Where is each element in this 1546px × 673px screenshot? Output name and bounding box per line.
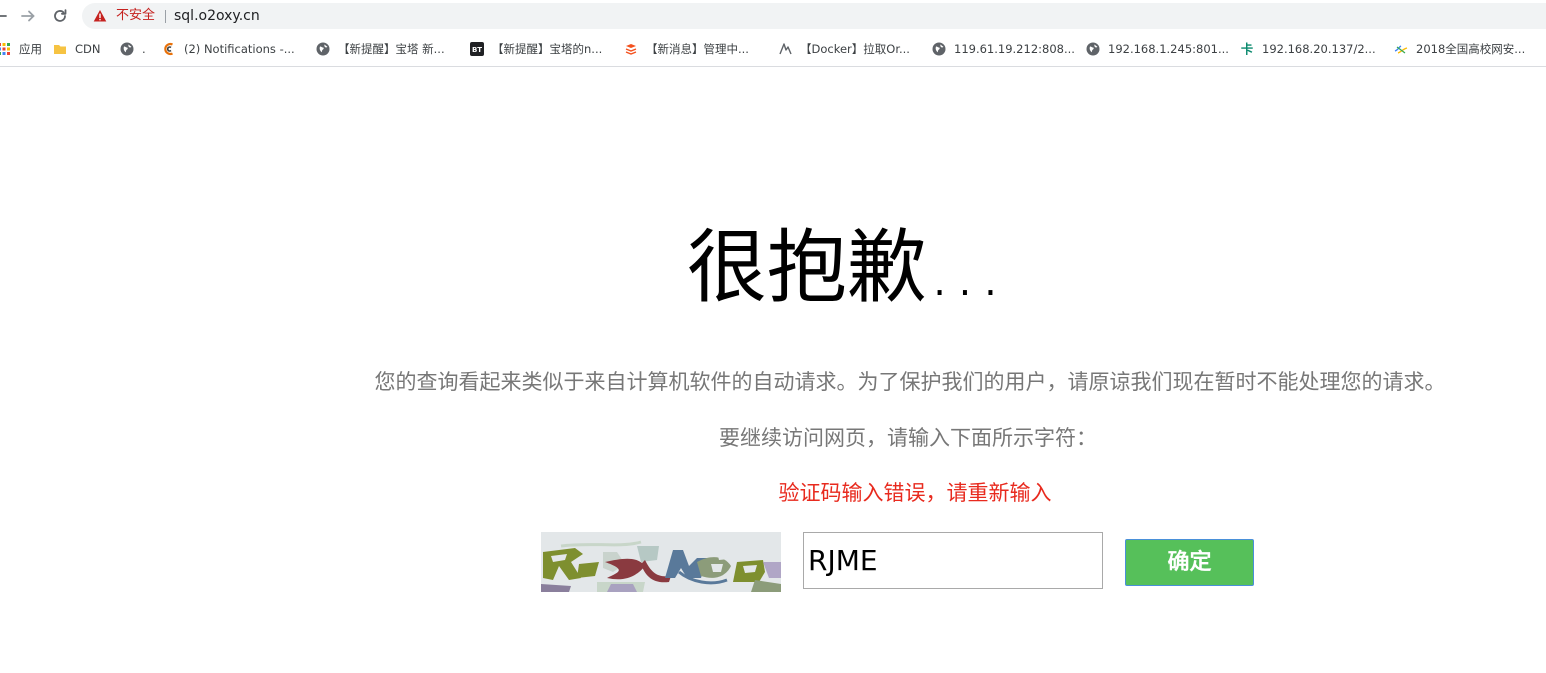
docker-site-icon bbox=[778, 42, 792, 56]
ka-site-icon: 卡 bbox=[1240, 41, 1254, 56]
bookmark-notifications[interactable]: (2) Notifications -... bbox=[162, 40, 295, 58]
bookmark-label: 192.168.1.245:801... bbox=[1108, 42, 1229, 56]
admin-site-icon bbox=[624, 42, 638, 56]
url-text[interactable]: sql.o2oxy.cn bbox=[174, 7, 260, 25]
globe-icon bbox=[316, 42, 330, 56]
svg-text:卡: 卡 bbox=[1241, 41, 1253, 56]
bookmark-admin-center[interactable]: 【新消息】管理中... bbox=[624, 40, 749, 58]
globe-icon bbox=[932, 42, 946, 56]
reload-icon bbox=[54, 9, 67, 22]
captcha-error-message: 验证码输入错误，请重新输入 bbox=[778, 481, 1052, 505]
ctf-site-icon bbox=[1394, 42, 1408, 56]
captcha-noise-graphic bbox=[541, 532, 781, 592]
bookmark-label: 【新提醒】宝塔的n... bbox=[492, 42, 603, 56]
svg-text:BT: BT bbox=[472, 46, 482, 54]
warning-triangle-icon bbox=[93, 10, 107, 22]
address-bar[interactable]: 不安全 sql.o2oxy.cn bbox=[82, 3, 1546, 29]
bookmark-label: 2018全国高校网安... bbox=[1416, 42, 1526, 56]
captcha-prompt: 要继续访问网页，请输入下面所示字符： bbox=[719, 426, 1097, 450]
globe-icon bbox=[120, 42, 134, 56]
automated-request-message: 您的查询看起来类似于来自计算机软件的自动请求。为了保护我们的用户，请原谅我们现在… bbox=[374, 370, 1446, 394]
globe-icon bbox=[1086, 42, 1100, 56]
confirm-button[interactable]: 确定 bbox=[1125, 539, 1254, 586]
bookmark-label: CDN bbox=[75, 42, 101, 56]
bt-logo-icon: BT bbox=[470, 42, 484, 56]
bookmark-ip-192-1-245[interactable]: 192.168.1.245:801... bbox=[1086, 40, 1229, 58]
bookmark-apps[interactable]: 应用 bbox=[0, 40, 42, 58]
bookmark-ip-119[interactable]: 119.61.19.212:808... bbox=[932, 40, 1075, 58]
bookmark-docker[interactable]: 【Docker】拉取Or... bbox=[778, 40, 910, 58]
bookmarks-bar: 应用 CDN . (2) Notifications -... 【新提醒】宝塔 … bbox=[0, 33, 1546, 67]
forward-button[interactable] bbox=[18, 6, 38, 26]
bookmark-cdn-folder[interactable]: CDN bbox=[53, 40, 101, 58]
folder-icon bbox=[53, 42, 67, 56]
bookmark-label: 【Docker】拉取Or... bbox=[800, 42, 910, 56]
bookmark-label: 【新消息】管理中... bbox=[646, 42, 749, 56]
bookmark-dot[interactable]: . bbox=[120, 40, 146, 58]
bookmark-bt-forum-1[interactable]: 【新提醒】宝塔 新... bbox=[316, 40, 445, 58]
notifications-site-icon bbox=[162, 42, 176, 56]
omnibox-divider bbox=[165, 10, 166, 23]
bookmark-ip-192-20-137[interactable]: 卡 192.168.20.137/2... bbox=[1240, 40, 1376, 58]
page-title: 很抱歉... bbox=[686, 221, 1004, 314]
bookmark-ctf-2018[interactable]: 2018全国高校网安... bbox=[1394, 40, 1525, 58]
back-arrow-icon bbox=[0, 15, 7, 17]
bookmark-label: . bbox=[142, 42, 146, 56]
captcha-image[interactable] bbox=[541, 532, 781, 592]
bookmark-label: (2) Notifications -... bbox=[184, 42, 295, 56]
bookmark-label: 119.61.19.212:808... bbox=[954, 42, 1075, 56]
captcha-input[interactable] bbox=[803, 532, 1103, 589]
reload-button[interactable] bbox=[50, 6, 70, 26]
bookmark-label: 192.168.20.137/2... bbox=[1262, 42, 1376, 56]
bookmark-bt-forum-2[interactable]: BT 【新提醒】宝塔的n... bbox=[470, 40, 602, 58]
browser-address-row: 不安全 sql.o2oxy.cn bbox=[0, 0, 1546, 33]
security-status-label[interactable]: 不安全 bbox=[116, 7, 155, 25]
apps-grid-icon bbox=[0, 42, 11, 56]
forward-arrow-icon bbox=[21, 10, 35, 22]
back-button[interactable] bbox=[0, 6, 10, 26]
bookmark-label: 应用 bbox=[19, 42, 42, 56]
bookmark-label: 【新提醒】宝塔 新... bbox=[338, 42, 445, 56]
